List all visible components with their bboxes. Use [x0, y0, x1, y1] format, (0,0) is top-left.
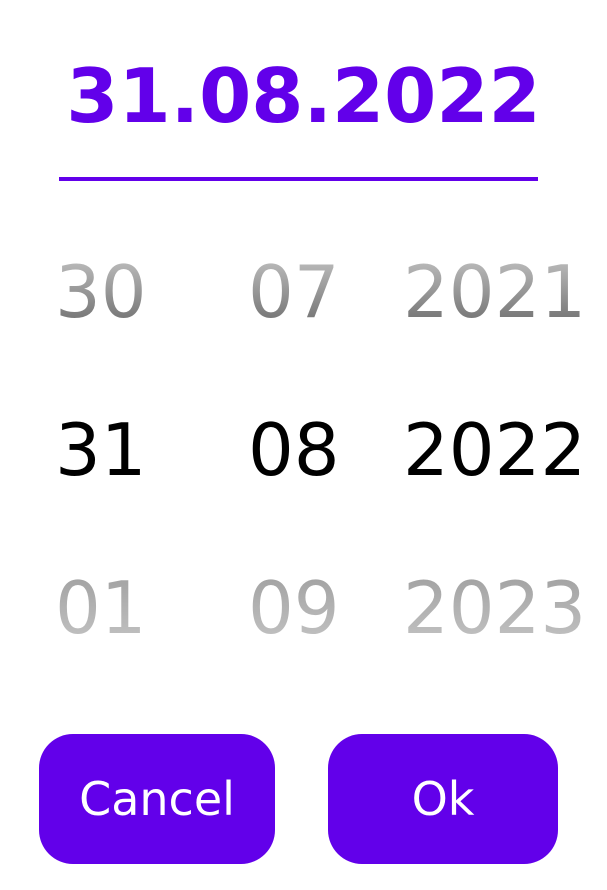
- year-wheel-selected-item[interactable]: 2022: [403, 400, 593, 500]
- day-wheel-next-item[interactable]: 01: [55, 558, 175, 658]
- month-wheel-next-item[interactable]: 09: [248, 558, 368, 658]
- ok-button[interactable]: Ok: [328, 734, 558, 864]
- month-wheel-selected-item[interactable]: 08: [248, 400, 368, 500]
- date-underline-divider: [59, 177, 538, 181]
- year-wheel-next-item[interactable]: 2023: [403, 558, 593, 658]
- cancel-button[interactable]: Cancel: [39, 734, 275, 864]
- date-picker-dialog: 31.08.2022 30 31 01 07 08 09 2021 2022 2…: [0, 0, 607, 890]
- year-wheel[interactable]: 2021 2022 2023: [403, 242, 593, 662]
- day-wheel-prev-item[interactable]: 30: [55, 242, 175, 342]
- year-wheel-prev-item[interactable]: 2021: [403, 242, 593, 342]
- selected-date-display: 31.08.2022: [66, 52, 541, 140]
- day-wheel[interactable]: 30 31 01: [55, 242, 175, 662]
- month-wheel-prev-item[interactable]: 07: [248, 242, 368, 342]
- month-wheel[interactable]: 07 08 09: [248, 242, 368, 662]
- day-wheel-selected-item[interactable]: 31: [55, 400, 175, 500]
